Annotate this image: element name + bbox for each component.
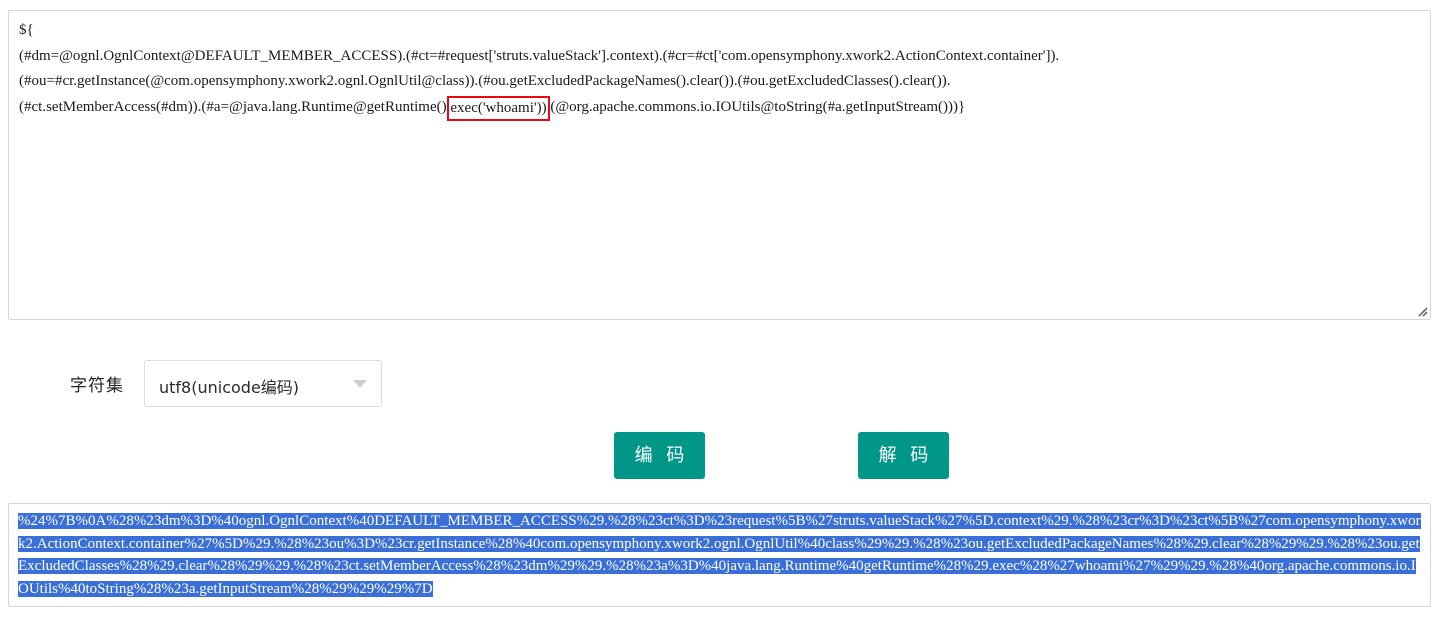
- resize-grip-icon[interactable]: [1414, 303, 1428, 317]
- payload-line-3: (#ou=#cr.getInstance(@com.opensymphony.x…: [19, 73, 951, 89]
- charset-row: 字符集 utf8(unicode编码): [0, 360, 1439, 410]
- encode-button[interactable]: 编 码: [614, 432, 705, 479]
- encoded-output-selection: %24%7B%0A%28%23dm%3D%40ognl.OgnlContext%…: [18, 513, 1421, 597]
- payload-textarea[interactable]: ${ (#dm=@ognl.OgnlContext@DEFAULT_MEMBER…: [8, 10, 1431, 320]
- encoded-output[interactable]: %24%7B%0A%28%23dm%3D%40ognl.OgnlContext%…: [8, 503, 1431, 607]
- exec-whoami-highlight: exec('whoami')): [447, 95, 550, 121]
- payload-line-4-prefix: (#ct.setMemberAccess(#dm)).(#a=@java.lan…: [19, 98, 451, 115]
- charset-label: 字符集: [70, 376, 124, 396]
- chevron-down-icon[interactable]: [353, 380, 367, 388]
- payload-text-content[interactable]: ${ (#dm=@ognl.OgnlContext@DEFAULT_MEMBER…: [19, 18, 1424, 121]
- payload-line-4-suffix: .(@org.apache.commons.io.IOUtils@toStrin…: [546, 98, 966, 115]
- encoded-output-text[interactable]: %24%7B%0A%28%23dm%3D%40ognl.OgnlContext%…: [18, 510, 1424, 600]
- payload-line-1: ${: [19, 22, 34, 38]
- decode-button[interactable]: 解 码: [858, 432, 949, 479]
- payload-line-2: (#dm=@ognl.OgnlContext@DEFAULT_MEMBER_AC…: [19, 47, 1060, 64]
- charset-select[interactable]: utf8(unicode编码): [144, 360, 382, 407]
- charset-selected-value: utf8(unicode编码): [159, 378, 300, 397]
